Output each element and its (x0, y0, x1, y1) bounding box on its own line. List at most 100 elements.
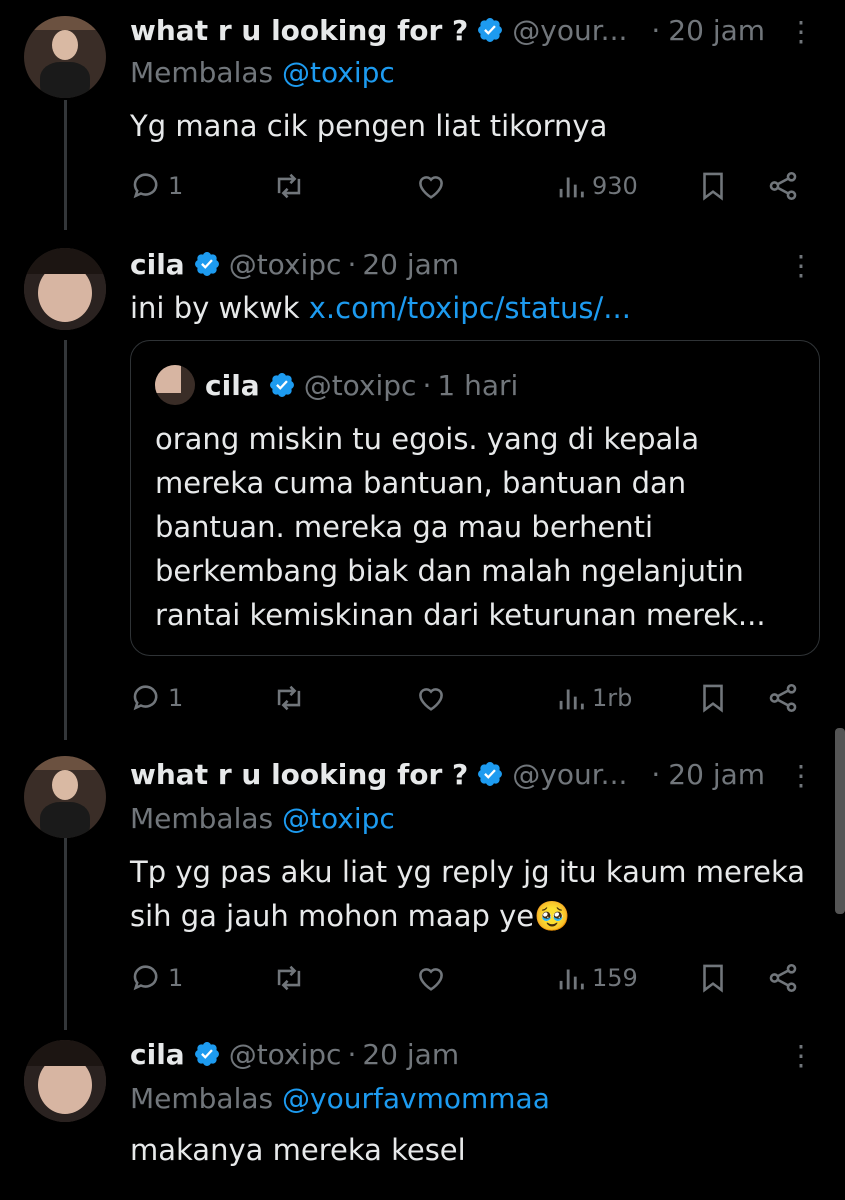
share-button[interactable] (766, 678, 800, 718)
views-button[interactable]: 930 (554, 166, 638, 206)
tweet-text-line: Yg mana cik pengen liat tikornya (130, 109, 608, 143)
mention-link[interactable]: @toxipc (282, 802, 395, 835)
bookmark-icon (703, 172, 723, 201)
separator: · (651, 13, 661, 47)
more-dots-icon[interactable]: ⋮ (787, 252, 815, 280)
like-icon (419, 968, 443, 991)
reply-count: 1 (168, 172, 184, 200)
views-count: 159 (592, 964, 638, 992)
handle[interactable]: @toxipc (229, 248, 342, 281)
quote-text-line: bantuan. mereka ga mau berhenti (155, 510, 654, 544)
share-icon (769, 963, 797, 993)
display-name[interactable]: what r u looking for ? (130, 758, 468, 791)
tweet-text-line: Tp yg pas aku liat yg reply jg itu kaum … (130, 855, 806, 889)
more-dots-icon[interactable]: ⋮ (787, 18, 815, 46)
tweet-1[interactable]: what r u looking for ? @your... · 20 jam… (0, 0, 845, 230)
handle[interactable]: @toxipc (229, 1038, 342, 1071)
tweet-text-line: makanya mereka kesel (130, 1133, 466, 1167)
retweet-button[interactable] (272, 166, 306, 206)
status-link[interactable]: x.com/toxipc/status/... (309, 291, 631, 325)
tweet-text: Tp yg pas aku liat yg reply jg itu kaum … (130, 850, 805, 938)
bookmark-button[interactable] (696, 166, 730, 206)
separator: · (347, 1037, 357, 1071)
reply-button[interactable]: 1 (130, 678, 183, 718)
timestamp[interactable]: 20 jam (668, 758, 765, 791)
reply-button[interactable]: 1 (130, 958, 183, 998)
share-icon (769, 683, 797, 713)
verified-badge-icon (194, 1042, 219, 1066)
tweet-2[interactable]: cila @toxipc · 20 jam ⋮ ini by wkwk x.co… (0, 230, 845, 740)
reply-prefix: Membalas (130, 802, 274, 835)
views-icon (559, 689, 584, 710)
avatar[interactable] (24, 756, 106, 838)
retweet-icon (277, 965, 301, 991)
tweet-text-prefix: ini by wkwk (130, 291, 309, 325)
tweet-text-line: sih ga jauh mohon maap ye🥹 (130, 899, 571, 933)
share-button[interactable] (766, 958, 800, 998)
like-button[interactable] (414, 678, 448, 718)
timestamp[interactable]: 20 jam (362, 1038, 459, 1071)
verified-badge-icon (478, 18, 503, 42)
display-name[interactable]: what r u looking for ? (130, 14, 468, 47)
share-icon (769, 171, 797, 201)
reply-count: 1 (168, 964, 184, 992)
tweet-4[interactable]: cila @toxipc · 20 jam ⋮ Membalas @yourfa… (0, 1030, 845, 1200)
avatar[interactable] (24, 1040, 106, 1122)
more-dots-icon[interactable]: ⋮ (787, 762, 815, 790)
handle[interactable]: @your... (512, 14, 627, 47)
avatar[interactable] (24, 248, 106, 330)
reply-context: Membalas @toxipc (130, 802, 395, 835)
quoted-tweet[interactable]: cila @toxipc · 1 hari orang miskin tu eg… (130, 340, 820, 656)
tweet-text: Yg mana cik pengen liat tikornya (130, 104, 607, 148)
timestamp[interactable]: 20 jam (362, 248, 459, 281)
bookmark-button[interactable] (696, 678, 730, 718)
quote-text-line: rantai kemiskinan dari keturunan merek..… (155, 598, 766, 632)
mention-link[interactable]: @toxipc (282, 56, 395, 89)
like-button[interactable] (414, 166, 448, 206)
action-bar: 1 1rb (130, 678, 820, 718)
mention-link[interactable]: @yourfavmommaa (282, 1082, 550, 1115)
timestamp[interactable]: 20 jam (668, 14, 765, 47)
retweet-button[interactable] (272, 678, 306, 718)
verified-badge-icon (478, 762, 503, 786)
views-button[interactable]: 159 (554, 958, 638, 998)
more-dots-icon[interactable]: ⋮ (787, 1042, 815, 1070)
quote-text-line: mereka cuma bantuan, bantuan dan (155, 466, 687, 500)
retweet-button[interactable] (272, 958, 306, 998)
reply-button[interactable]: 1 (130, 166, 183, 206)
reply-context: Membalas @yourfavmommaa (130, 1082, 550, 1115)
reply-context: Membalas @toxipc (130, 56, 395, 89)
views-button[interactable]: 1rb (554, 678, 632, 718)
verified-badge-icon (194, 252, 219, 276)
reply-icon (133, 965, 158, 991)
action-bar: 1 930 (130, 166, 820, 206)
bookmark-button[interactable] (696, 958, 730, 998)
like-icon (419, 176, 443, 199)
like-button[interactable] (414, 958, 448, 998)
reply-count: 1 (168, 684, 184, 712)
quote-text: orang miskin tu egois. yang di kepala me… (155, 417, 766, 637)
tweet-text: makanya mereka kesel (130, 1128, 466, 1172)
quote-text-line: berkembang biak dan malah ngelanjutin (155, 554, 744, 588)
views-icon (559, 177, 584, 198)
views-count: 1rb (592, 684, 633, 712)
scrollbar[interactable] (835, 728, 845, 914)
share-button[interactable] (766, 166, 800, 206)
handle[interactable]: @your... (512, 758, 627, 791)
tweet-3[interactable]: what r u looking for ? @your... · 20 jam… (0, 740, 845, 1030)
like-icon (419, 688, 443, 711)
avatar[interactable] (24, 16, 106, 98)
retweet-icon (277, 173, 301, 199)
quote-handle: @toxipc (303, 368, 417, 402)
separator: · (347, 247, 357, 281)
tweet-text: ini by wkwk x.com/toxipc/status/... (130, 286, 631, 330)
retweet-icon (277, 685, 301, 711)
views-count: 930 (592, 172, 638, 200)
reply-icon (133, 685, 158, 711)
display-name[interactable]: cila (130, 1038, 185, 1071)
separator: · (422, 368, 432, 402)
quote-timestamp: 1 hari (437, 368, 519, 402)
display-name[interactable]: cila (130, 248, 185, 281)
quote-display-name: cila (205, 368, 260, 402)
bookmark-icon (703, 684, 723, 713)
